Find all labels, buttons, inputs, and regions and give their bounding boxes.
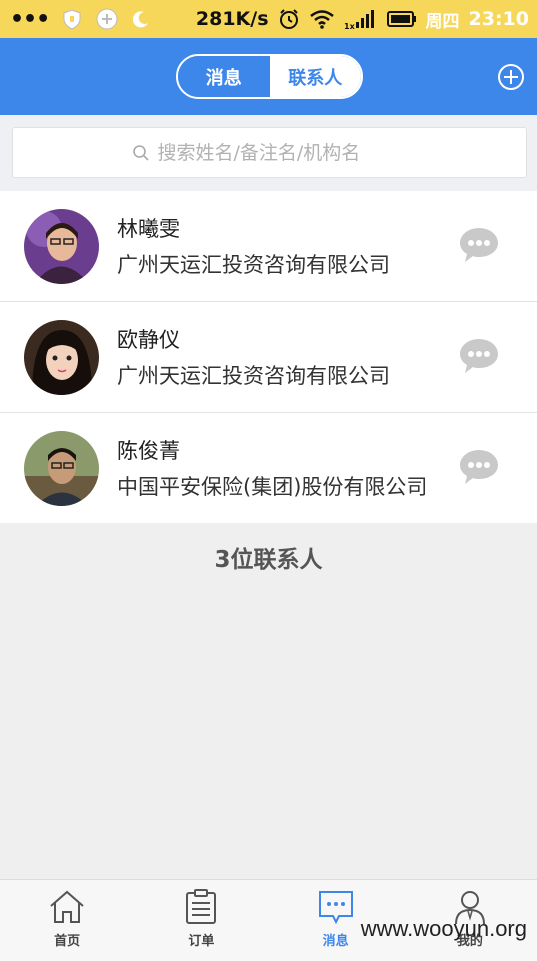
moon-icon xyxy=(131,9,151,29)
contact-count: 3位联系人 xyxy=(214,547,323,573)
avatar xyxy=(24,431,99,506)
contact-company: 广州天运汇投资咨询有限公司 xyxy=(117,364,390,388)
contact-row[interactable]: 欧静仪 广州天运汇投资咨询有限公司 xyxy=(0,302,537,413)
status-day: 周四 xyxy=(425,11,460,32)
status-time: 23:10 xyxy=(468,8,529,30)
contact-name: 陈俊菁 xyxy=(117,439,180,463)
contact-name: 林曦雯 xyxy=(117,217,180,241)
plus-circle-icon[interactable] xyxy=(497,63,525,91)
tab-label: 订单 xyxy=(188,934,215,949)
clipboard-icon xyxy=(186,889,217,924)
tab-orders[interactable]: 订单 xyxy=(134,880,268,961)
more-dots-icon: ••• xyxy=(10,6,50,32)
avatar xyxy=(24,320,99,395)
tab-home[interactable]: 首页 xyxy=(0,880,134,961)
segmented-control: 消息 联系人 xyxy=(176,54,363,99)
search-box[interactable] xyxy=(12,127,527,178)
contact-list: 林曦雯 广州天运汇投资咨询有限公司 欧静仪 广州天运汇投资咨询有限公司 陈俊菁 … xyxy=(0,191,537,523)
avatar xyxy=(24,209,99,284)
status-bar: ••• 281K/s 1x 周四 23:10 xyxy=(0,0,537,38)
contact-row[interactable]: 林曦雯 广州天运汇投资咨询有限公司 xyxy=(0,191,537,302)
tab-contacts[interactable]: 联系人 xyxy=(269,56,361,97)
contact-company: 中国平安保险(集团)股份有限公司 xyxy=(117,475,428,499)
home-icon xyxy=(50,890,84,923)
battery-icon xyxy=(386,10,417,28)
chat-bubble-icon[interactable] xyxy=(458,226,500,264)
shield-icon xyxy=(61,8,83,30)
contact-name: 欧静仪 xyxy=(117,328,180,352)
chat-bubble-icon[interactable] xyxy=(458,448,500,486)
tab-label: 消息 xyxy=(322,934,349,949)
contact-row[interactable]: 陈俊菁 中国平安保险(集团)股份有限公司 xyxy=(0,413,537,523)
wifi-icon xyxy=(309,9,335,29)
plus-circle-icon xyxy=(95,7,119,31)
watermark: www.wooyun.org xyxy=(360,916,527,941)
search-icon xyxy=(132,144,149,161)
network-speed: 281K/s xyxy=(195,8,269,30)
message-icon xyxy=(318,891,353,925)
search-bar xyxy=(0,115,537,191)
signal-icon: 1x xyxy=(344,8,378,30)
alarm-icon xyxy=(278,8,300,30)
tab-label: 首页 xyxy=(54,934,81,949)
app-header: 消息 联系人 xyxy=(0,38,537,115)
tab-messages[interactable]: 消息 xyxy=(178,56,270,97)
chat-bubble-icon[interactable] xyxy=(458,337,500,375)
search-input[interactable] xyxy=(157,141,408,164)
contact-company: 广州天运汇投资咨询有限公司 xyxy=(117,253,390,277)
network-type: 1x xyxy=(344,22,356,30)
